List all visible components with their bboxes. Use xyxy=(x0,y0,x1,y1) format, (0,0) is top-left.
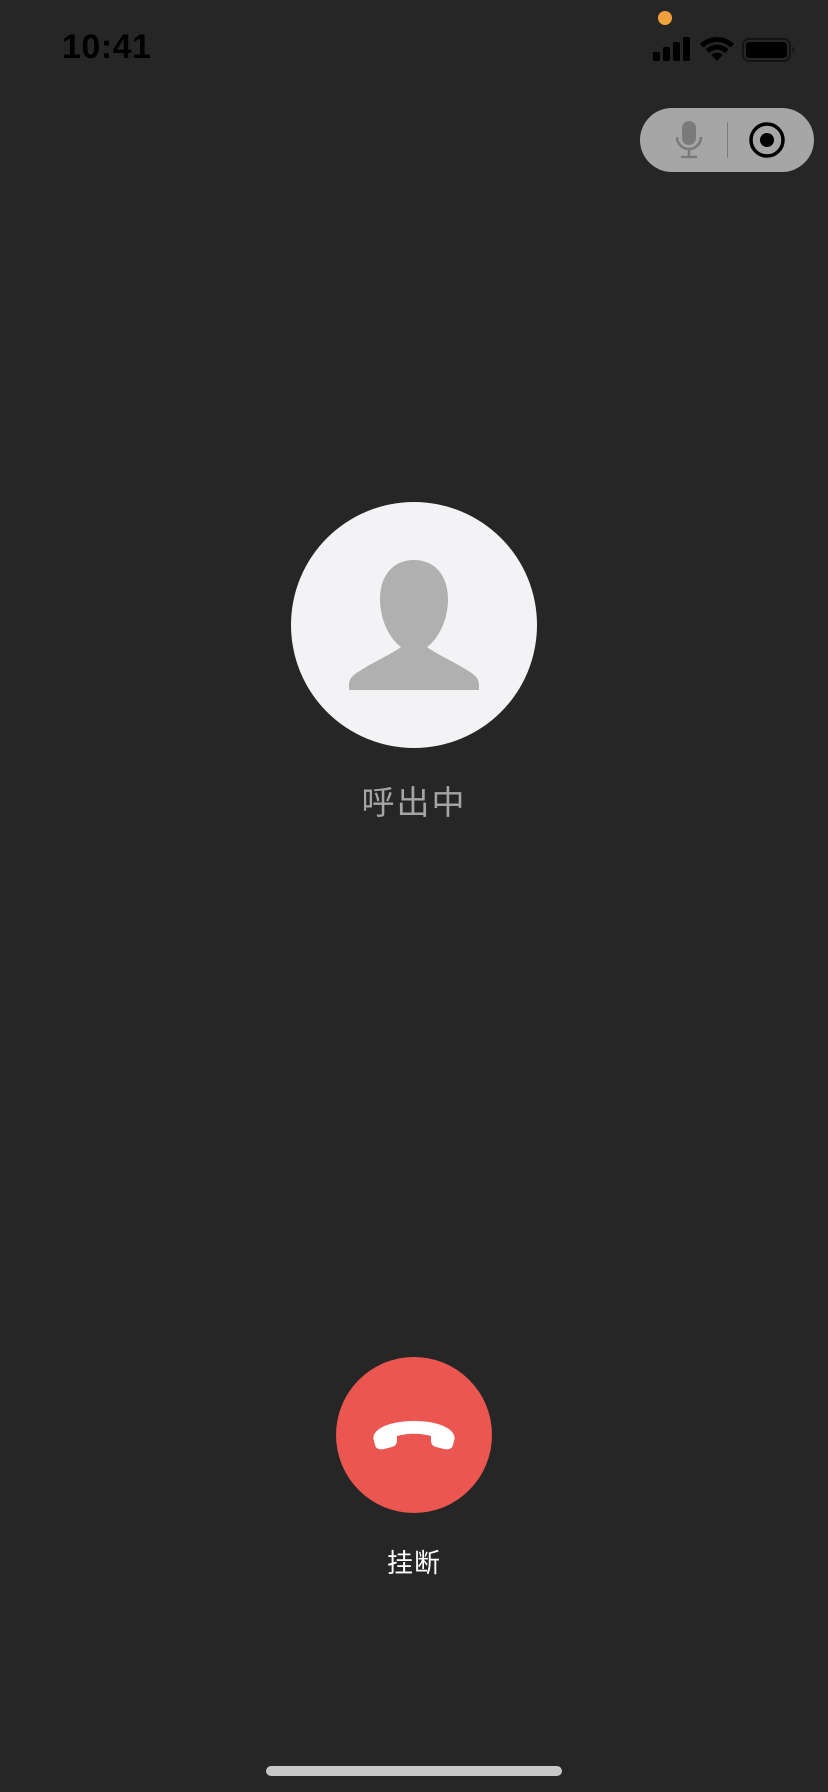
call-status-text: 呼出中 xyxy=(361,783,467,822)
mini-program-capsule xyxy=(640,108,814,172)
record-icon[interactable] xyxy=(746,119,788,161)
battery-icon xyxy=(742,38,796,66)
microphone-icon[interactable] xyxy=(668,119,710,161)
hangup-button[interactable] xyxy=(336,1357,492,1513)
wifi-icon xyxy=(700,36,734,66)
avatar xyxy=(291,502,537,748)
capsule-divider xyxy=(727,122,728,158)
hangup-label: 挂断 xyxy=(386,1549,441,1579)
status-time: 10:41 xyxy=(62,28,152,66)
status-bar: 10:41 xyxy=(0,0,828,100)
person-silhouette-icon xyxy=(349,560,479,690)
signal-icon xyxy=(653,37,691,65)
home-indicator[interactable] xyxy=(266,1766,562,1776)
phone-hangup-icon xyxy=(373,1421,455,1450)
privacy-indicator-dot xyxy=(658,11,672,25)
